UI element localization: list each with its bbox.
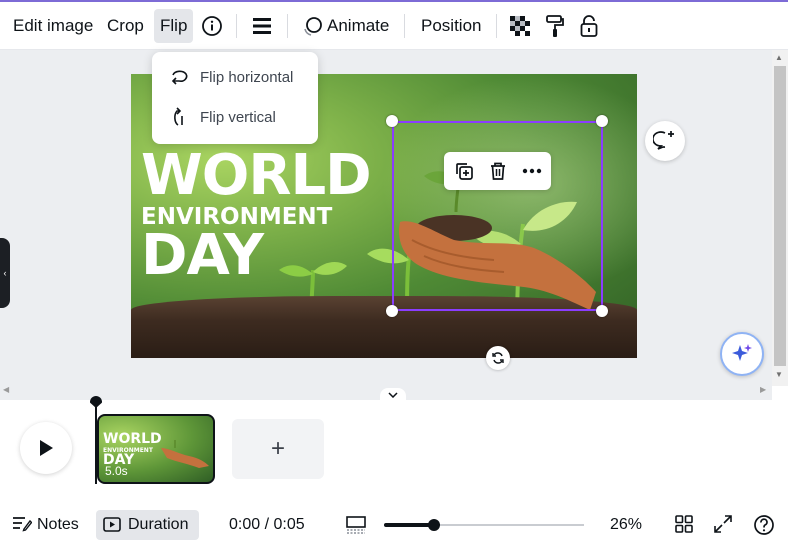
top-toolbar: Edit image Crop Flip Animate Position <box>0 0 788 50</box>
transparency-icon[interactable] <box>504 10 536 42</box>
element-floating-toolbar <box>444 152 551 190</box>
help-icon[interactable] <box>753 514 775 541</box>
flip-horizontal-label: Flip horizontal <box>200 68 294 86</box>
notes-icon[interactable] <box>12 516 33 537</box>
vertical-scrollbar[interactable]: ▲ ▼ <box>772 50 788 386</box>
rotate-handle-icon[interactable] <box>486 346 510 370</box>
lock-icon[interactable] <box>573 10 605 42</box>
scroll-down-arrow-icon[interactable]: ▼ <box>775 370 783 379</box>
scroll-right-arrow-icon[interactable]: ▶ <box>760 385 766 394</box>
bottom-bar: Notes Duration 0:00 / 0:05 26% <box>0 500 788 544</box>
duration-label: Duration <box>128 516 189 533</box>
clip-duration: 5.0s <box>105 464 128 478</box>
playback-time: 0:00 / 0:05 <box>229 516 305 533</box>
toolbar-divider <box>287 14 288 38</box>
position-button[interactable]: Position <box>415 9 487 43</box>
selection-box[interactable] <box>392 121 603 311</box>
thumbnail-hands-graphic <box>161 440 209 468</box>
paint-roller-icon[interactable] <box>539 10 571 42</box>
page-thumbnail[interactable]: WORLD ENVIRONMENT DAY 5.0s <box>97 414 215 484</box>
info-icon[interactable] <box>196 10 228 42</box>
chevron-left-icon: ‹ <box>3 268 7 278</box>
grid-view-icon[interactable] <box>675 515 693 538</box>
magic-assistant-icon[interactable] <box>720 332 764 376</box>
resize-handle-bottom-right[interactable] <box>596 305 608 317</box>
flip-horizontal-option[interactable]: Flip horizontal <box>152 58 318 96</box>
crop-button[interactable]: Crop <box>101 9 150 43</box>
playhead-handle[interactable] <box>90 396 102 408</box>
side-panel-toggle[interactable]: ‹ <box>0 238 10 308</box>
toolbar-divider <box>404 14 405 38</box>
scroll-up-arrow-icon[interactable]: ▲ <box>775 53 783 62</box>
add-comment-icon[interactable] <box>645 121 685 161</box>
design-title-day[interactable]: DAY <box>141 226 264 286</box>
play-icon <box>40 440 53 456</box>
timeline-panel: WORLD ENVIRONMENT DAY 5.0s + <box>0 396 788 500</box>
fullscreen-icon[interactable] <box>714 515 732 538</box>
scrollbar-thumb[interactable] <box>774 66 786 366</box>
resize-handle-top-left[interactable] <box>386 115 398 127</box>
resize-handle-bottom-left[interactable] <box>386 305 398 317</box>
notes-button[interactable]: Notes <box>37 511 79 539</box>
flip-horizontal-icon <box>168 66 190 88</box>
duration-icon <box>103 517 121 538</box>
more-options-icon[interactable] <box>518 157 546 185</box>
thumbnail-title-world: WORLD <box>103 431 162 447</box>
delete-icon[interactable] <box>484 157 512 185</box>
flip-vertical-label: Flip vertical <box>200 108 276 126</box>
zoom-slider-handle[interactable] <box>428 519 440 531</box>
page-view-icon[interactable] <box>346 516 366 539</box>
duplicate-icon[interactable] <box>450 157 478 185</box>
playhead[interactable] <box>95 400 97 484</box>
toolbar-divider <box>236 14 237 38</box>
resize-handle-top-right[interactable] <box>596 115 608 127</box>
add-page-button[interactable]: + <box>232 419 324 479</box>
flip-vertical-option[interactable]: Flip vertical <box>152 98 318 136</box>
flip-button[interactable]: Flip <box>154 9 194 43</box>
toolbar-divider <box>496 14 497 38</box>
zoom-slider-fill <box>384 523 434 527</box>
design-title-world[interactable]: WORLD <box>141 146 372 206</box>
flip-dropdown-menu: Flip horizontal Flip vertical <box>152 52 318 144</box>
zoom-percentage[interactable]: 26% <box>610 511 642 539</box>
edit-image-button[interactable]: Edit image <box>7 9 99 43</box>
flip-vertical-icon <box>168 106 190 128</box>
layers-menu-icon[interactable] <box>246 10 278 42</box>
scroll-left-arrow-icon[interactable]: ◀ <box>3 385 9 394</box>
play-button[interactable] <box>20 422 72 474</box>
animate-button[interactable]: Animate <box>321 9 395 43</box>
